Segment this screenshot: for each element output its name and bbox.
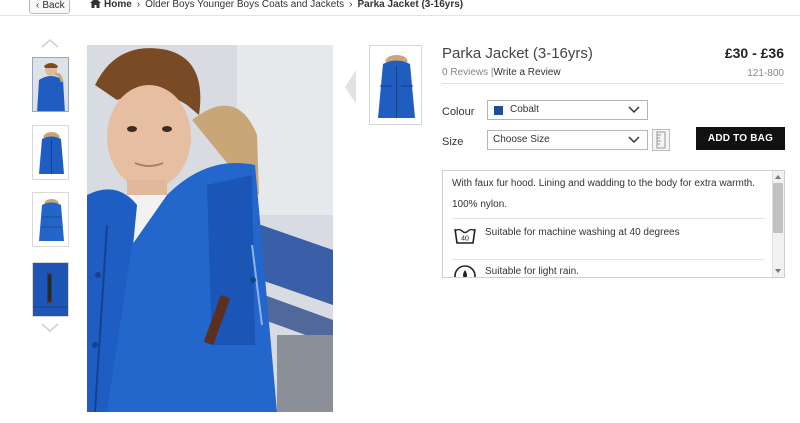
breadcrumb: Home › Older Boys Younger Boys Coats and J… (90, 0, 463, 12)
main-product-image[interactable] (87, 45, 333, 412)
product-thumbnail-1[interactable] (32, 57, 69, 112)
scrollbar-thumb[interactable] (773, 183, 783, 233)
chevron-left-icon: ‹ (36, 0, 40, 11)
add-to-bag-button[interactable]: ADD TO BAG (696, 127, 785, 150)
product-price: £30 - £36 (724, 45, 784, 61)
care-washing-text: Suitable for machine washing at 40 degre… (485, 227, 680, 238)
divider (452, 259, 765, 260)
product-description[interactable]: With faux fur hood. Lining and wadding t… (442, 170, 785, 278)
size-guide-icon (656, 131, 666, 149)
colour-select[interactable]: Cobalt (487, 100, 648, 120)
chevron-down-icon (628, 106, 640, 114)
scroll-down-icon[interactable] (774, 267, 782, 275)
back-button[interactable]: ‹ Back (29, 0, 70, 14)
description-text: With faux fur hood. Lining and wadding t… (452, 178, 755, 189)
reviews-count-link[interactable]: 0 Reviews (442, 67, 488, 78)
care-rain-text: Suitable for light rain. (485, 266, 579, 277)
thumbnail-image (33, 126, 68, 179)
product-photo (87, 45, 333, 412)
colour-value: Cobalt (510, 104, 539, 115)
thumbnails-down-arrow-icon[interactable] (40, 323, 60, 333)
product-thumbnail-2[interactable] (32, 125, 69, 180)
reviews-row: 0 Reviews |Write a Review (442, 67, 561, 78)
thumbnail-image (33, 58, 68, 111)
breadcrumb-category[interactable]: Older Boys Younger Boys Coats and Jacket… (145, 0, 344, 10)
description-scrollbar[interactable] (772, 171, 784, 277)
svg-text:40: 40 (461, 236, 469, 243)
product-thumbnail-4[interactable] (32, 262, 69, 317)
chevron-right-icon: › (349, 0, 353, 10)
chevron-down-icon (628, 136, 640, 144)
product-title: Parka Jacket (3-16yrs) (442, 45, 593, 62)
rain-icon (454, 265, 476, 277)
selected-colour-preview (369, 45, 422, 125)
colour-swatch (494, 106, 503, 115)
top-navigation-bar: ‹ Back Home › Older Boys Younger Boys Coats… (0, 0, 800, 16)
divider (442, 83, 784, 84)
size-guide-button[interactable] (652, 129, 670, 151)
home-icon (90, 0, 101, 8)
thumbnail-image (33, 263, 68, 316)
back-button-label: Back (42, 0, 65, 11)
thumbnail-image (33, 193, 68, 246)
chevron-right-icon: › (136, 0, 141, 10)
wash-40-icon: 40 (454, 228, 476, 244)
thumbnails-up-arrow-icon[interactable] (40, 38, 60, 48)
size-select[interactable]: Choose Size (487, 130, 648, 150)
colour-label: Colour (442, 106, 475, 118)
breadcrumb-home[interactable]: Home (104, 0, 132, 10)
write-review-link[interactable]: Write a Review (494, 67, 561, 78)
size-value: Choose Size (493, 134, 550, 145)
material-text: 100% nylon. (452, 199, 508, 210)
breadcrumb-current: Parka Jacket (3-16yrs) (357, 0, 464, 10)
size-label: Size (442, 136, 464, 148)
divider (452, 218, 765, 219)
product-thumbnail-3[interactable] (32, 192, 69, 247)
preview-image (370, 46, 421, 124)
scroll-up-icon[interactable] (774, 173, 782, 181)
product-code: 121-800 (747, 68, 784, 79)
chevron-left-icon[interactable] (343, 70, 357, 104)
